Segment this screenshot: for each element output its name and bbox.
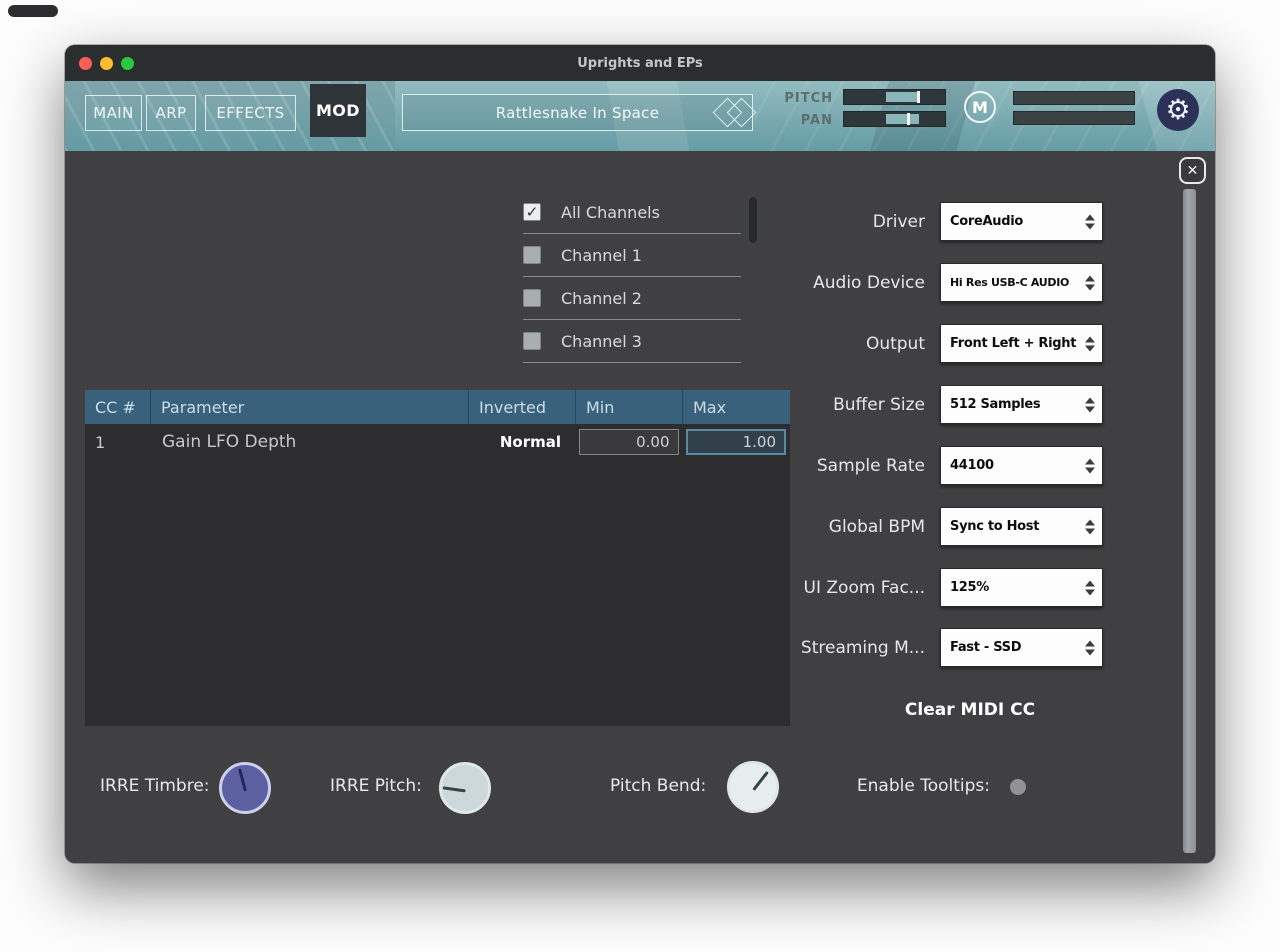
enable-tooltips-toggle[interactable]	[1010, 779, 1026, 795]
irre-timbre-knob[interactable]	[219, 762, 271, 814]
all-channels-checkbox[interactable]: ✓	[523, 203, 541, 221]
check-icon: ✓	[526, 205, 539, 220]
irre-pitch-label: IRRE Pitch:	[330, 776, 422, 796]
settings-button[interactable]: ⚙	[1157, 89, 1199, 131]
pitch-label: PITCH	[765, 91, 833, 106]
panel-scrollbar[interactable]	[1183, 189, 1196, 853]
background-window-fragment	[8, 5, 58, 17]
column-header-max: Max	[682, 390, 790, 424]
setting-label: Audio Device	[725, 273, 925, 293]
parameter-cell: Gain LFO Depth	[150, 432, 468, 452]
sample-rate-dropdown[interactable]: 44100	[940, 446, 1103, 485]
channel-label: Channel 3	[561, 332, 642, 351]
knob-pointer	[752, 771, 769, 791]
output-dropdown[interactable]: Front Left + Right	[940, 324, 1103, 363]
master-sliders	[1013, 89, 1135, 129]
titlebar[interactable]: Uprights and EPs	[65, 45, 1215, 81]
channel-row-all[interactable]: ✓ All Channels	[523, 191, 741, 234]
channel-1-checkbox[interactable]	[523, 246, 541, 264]
cc-number-cell: 1	[85, 433, 150, 452]
clear-midi-cc-button[interactable]: Clear MIDI CC	[820, 700, 1120, 720]
pan-slider-fill	[886, 114, 918, 124]
inverted-cell[interactable]: Normal	[468, 433, 575, 451]
updown-arrows-icon	[1085, 580, 1095, 595]
channel-row-3[interactable]: Channel 3	[523, 320, 741, 363]
master-slider-top[interactable]	[1013, 91, 1135, 105]
close-icon: ✕	[1187, 163, 1199, 179]
ui-zoom-factor-dropdown[interactable]: 125%	[940, 568, 1103, 607]
knob-pointer	[238, 768, 247, 791]
updown-arrows-icon	[1085, 275, 1095, 290]
pitch-bend-knob[interactable]	[727, 761, 779, 813]
updown-arrows-icon	[1085, 640, 1095, 655]
midi-cc-table: CC # Parameter Inverted Min Max 1 Gain L…	[85, 390, 790, 726]
channel-label: Channel 2	[561, 289, 642, 308]
channel-row-1[interactable]: Channel 1	[523, 234, 741, 277]
updown-arrows-icon	[1085, 214, 1095, 229]
irre-pitch-knob[interactable]	[439, 762, 491, 814]
updown-arrows-icon	[1085, 519, 1095, 534]
preset-display[interactable]: Rattlesnake In Space	[402, 94, 753, 131]
setting-label: Driver	[725, 212, 925, 232]
table-row[interactable]: 1 Gain LFO Depth Normal 0.00 1.00	[85, 424, 790, 460]
midi-channel-list: ✓ All Channels Channel 1 Channel 2 Chann…	[523, 191, 741, 363]
channel-label: All Channels	[561, 203, 660, 222]
min-value-field[interactable]: 0.00	[579, 429, 679, 455]
pan-label: PAN	[765, 113, 833, 128]
streaming-mode-dropdown[interactable]: Fast - SSD	[940, 628, 1103, 667]
column-header-parameter: Parameter	[150, 390, 468, 424]
pitch-bend-label: Pitch Bend:	[610, 776, 706, 796]
global-bpm-dropdown[interactable]: Sync to Host	[940, 507, 1103, 546]
tab-mod[interactable]: MOD	[310, 84, 366, 137]
master-slider-bottom[interactable]	[1013, 111, 1135, 125]
max-value-field[interactable]: 1.00	[686, 429, 786, 455]
audio-device-dropdown[interactable]: Hi Res USB-C AUDIO	[940, 263, 1103, 302]
window-title: Uprights and EPs	[65, 45, 1215, 81]
plugin-window: Uprights and EPs MAIN ARP EFFECTS MOD Ra…	[65, 45, 1215, 863]
settings-panel: ✕ ✓ All Channels Channel 1 Channel 2 Cha…	[65, 151, 1215, 863]
table-header-row: CC # Parameter Inverted Min Max	[85, 390, 790, 424]
pitch-slider[interactable]	[843, 89, 946, 105]
knob-pointer	[442, 786, 465, 792]
column-header-inverted: Inverted	[468, 390, 575, 424]
tab-main[interactable]: MAIN	[85, 95, 142, 131]
enable-tooltips-label: Enable Tooltips:	[790, 776, 990, 796]
header-bar: MAIN ARP EFFECTS MOD Rattlesnake In Spac…	[65, 81, 1215, 151]
tab-effects[interactable]: EFFECTS	[205, 95, 296, 131]
setting-label: Output	[725, 334, 925, 354]
pan-slider[interactable]	[843, 111, 946, 127]
column-header-min: Min	[575, 390, 682, 424]
pan-slider-handle[interactable]	[907, 113, 910, 125]
tab-arp[interactable]: ARP	[146, 95, 196, 131]
channel-row-2[interactable]: Channel 2	[523, 277, 741, 320]
midi-button[interactable]: M	[964, 91, 996, 123]
pitch-slider-fill	[886, 92, 918, 102]
gear-icon: ⚙	[1165, 96, 1190, 124]
buffer-size-dropdown[interactable]: 512 Samples	[940, 385, 1103, 424]
column-header-cc: CC #	[85, 390, 150, 424]
preset-prev-next-button[interactable]	[713, 97, 759, 129]
pitch-slider-handle[interactable]	[917, 91, 920, 103]
preset-name: Rattlesnake In Space	[496, 104, 660, 122]
channel-2-checkbox[interactable]	[523, 289, 541, 307]
close-settings-button[interactable]: ✕	[1179, 157, 1206, 184]
channel-label: Channel 1	[561, 246, 642, 265]
channel-3-checkbox[interactable]	[523, 332, 541, 350]
irre-timbre-label: IRRE Timbre:	[100, 776, 210, 796]
updown-arrows-icon	[1085, 336, 1095, 351]
updown-arrows-icon	[1085, 458, 1095, 473]
driver-dropdown[interactable]: CoreAudio	[940, 202, 1103, 241]
updown-arrows-icon	[1085, 397, 1095, 412]
